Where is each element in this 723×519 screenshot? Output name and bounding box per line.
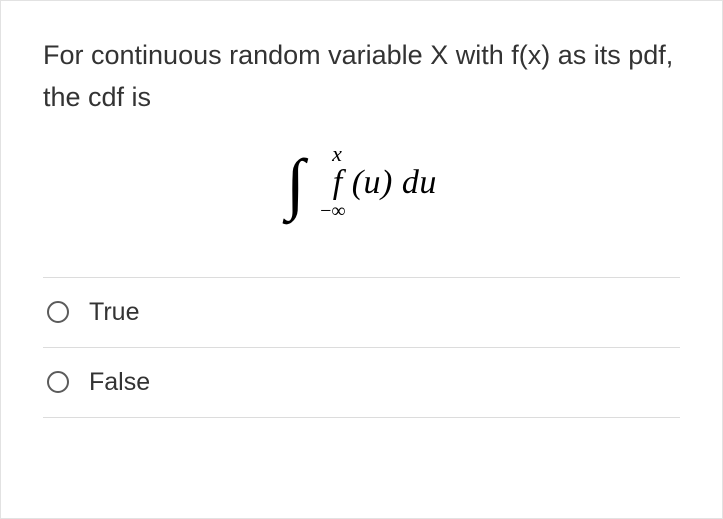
question-text: For continuous random variable X with f(…	[43, 35, 680, 119]
integrand: f (u) du	[333, 164, 437, 202]
option-false[interactable]: False	[43, 348, 680, 418]
formula: ∫ x −∞ f (u) du	[43, 149, 680, 217]
option-label: True	[89, 298, 139, 327]
integral-icon: ∫	[286, 149, 305, 217]
option-label: False	[89, 368, 150, 397]
question-card: For continuous random variable X with f(…	[0, 0, 723, 519]
options-list: True False	[43, 277, 680, 418]
radio-icon	[47, 301, 69, 323]
integral-lower: −∞	[320, 200, 346, 223]
integral-upper: x	[332, 141, 342, 167]
radio-icon	[47, 371, 69, 393]
option-true[interactable]: True	[43, 278, 680, 348]
